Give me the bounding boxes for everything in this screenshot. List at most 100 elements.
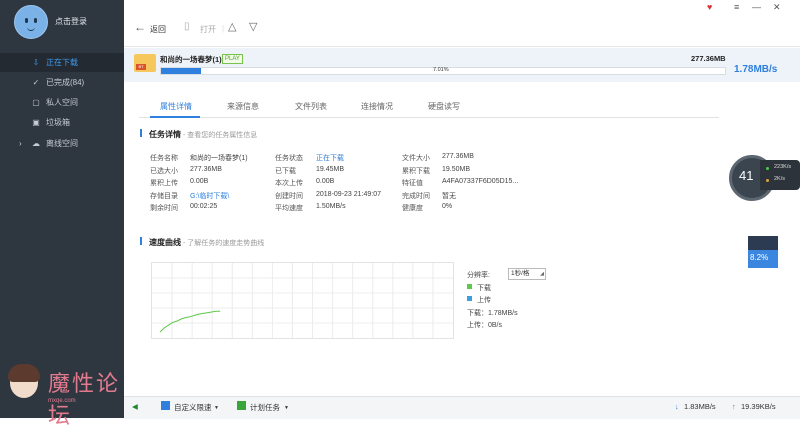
- download-series-line: [159, 310, 221, 333]
- bt-badge: BT: [136, 64, 146, 70]
- sidebar-item-label: 已完成(84): [46, 78, 85, 87]
- custom-limit-button[interactable]: 自定义限速: [174, 402, 212, 413]
- detail-label: 完成时间: [402, 192, 430, 200]
- file-icon: ▯: [184, 21, 190, 32]
- forum-watermark: 魔性论坛 mxqe.com: [8, 362, 120, 429]
- avatar-eye-right: [34, 18, 37, 23]
- detail-label: 存储目录: [150, 192, 178, 200]
- minimize-icon[interactable]: —: [752, 2, 761, 12]
- detail-label: 任务状态: [275, 155, 303, 162]
- download-dot-icon: [766, 179, 769, 182]
- tab-sources[interactable]: 来源信息: [227, 101, 259, 112]
- detail-value[interactable]: G:\临时下载\: [190, 191, 229, 201]
- progress-bar: 7.01%: [160, 67, 726, 75]
- detail-label: 平均速度: [275, 205, 303, 212]
- task-size: 277.36MB: [691, 54, 726, 63]
- tab-properties[interactable]: 属性详情: [160, 101, 192, 112]
- detail-label: 任务名称: [150, 155, 178, 162]
- sidebar-item-label: 垃圾箱: [46, 118, 70, 127]
- open-button[interactable]: 打开: [200, 24, 216, 35]
- watermark-subtext: mxqe.com: [48, 398, 76, 404]
- sidebar-item-label: 离线空间: [46, 139, 78, 148]
- tab-connections[interactable]: 连接情况: [361, 101, 393, 112]
- detail-label: 累积上传: [150, 180, 178, 187]
- net-upload: 223K/s: [774, 164, 792, 170]
- tab-files[interactable]: 文件列表: [295, 101, 327, 112]
- tabs-line: [139, 117, 719, 118]
- toolbar-divider: [124, 46, 800, 47]
- move-up-icon[interactable]: △: [228, 20, 236, 33]
- back-arrow-icon[interactable]: ←: [134, 20, 146, 34]
- sidebar: 点击登录 ⇩ 正在下载 ✓ 已完成(84) ▢ 私人空间 ▣ 垃圾箱 › ☁ 离…: [0, 0, 124, 429]
- active-tab-underline: [150, 116, 200, 118]
- net-download: 2K/s: [774, 176, 786, 182]
- detail-value: A4FA07337F6D05D15...: [442, 178, 519, 185]
- tab-disk-io[interactable]: 硬盘读写: [428, 101, 460, 112]
- sidebar-item-private[interactable]: ▢ 私人空间: [0, 93, 124, 112]
- collapse-icon[interactable]: ◀: [132, 402, 138, 411]
- detail-label: 创建时间: [275, 192, 303, 200]
- menu-icon[interactable]: ≡: [734, 2, 739, 12]
- legend-download: 下载: [477, 285, 491, 292]
- section-marker: [140, 237, 142, 245]
- download-readout: 下载：1.78MB/s: [467, 310, 518, 317]
- chevron-right-icon[interactable]: ›: [19, 134, 22, 153]
- detail-value: 0%: [442, 203, 453, 210]
- mini-usage-value: 8.2%: [750, 253, 769, 262]
- detail-label: 已选大小: [150, 167, 178, 175]
- avatar[interactable]: [14, 5, 48, 39]
- avatar-eye-left: [25, 18, 28, 23]
- chevron-down-icon[interactable]: ▼: [214, 405, 219, 411]
- trash-icon: ▣: [32, 118, 40, 127]
- task-row[interactable]: BT 和尚的一场春梦(1) PLAY 277.36MB 7.01% 1.78MB…: [124, 48, 800, 82]
- legend-download-swatch: [467, 284, 472, 289]
- detail-value: 暂无: [442, 192, 456, 200]
- legend-upload: 上传: [477, 297, 491, 304]
- upload-readout: 上传：0B/s: [467, 322, 503, 329]
- progress-percent: 7.01%: [433, 67, 449, 73]
- back-button[interactable]: 返回: [150, 24, 166, 35]
- avatar-mouth: [27, 27, 35, 31]
- gift-icon[interactable]: ♥: [707, 2, 712, 12]
- detail-value: 277.36MB: [190, 165, 222, 173]
- download-speed: 1.78MB/s: [734, 64, 778, 75]
- schedule-icon: [237, 401, 246, 410]
- lock-icon: ▢: [32, 98, 40, 107]
- detail-value: 正在下载: [316, 155, 344, 162]
- toolbar: ← 返回 ▯ 打开 | △ ▽: [124, 18, 800, 46]
- close-icon[interactable]: ✕: [773, 2, 781, 13]
- legend-upload-swatch: [467, 296, 472, 301]
- detail-value: 0.00B: [316, 178, 335, 185]
- detail-label: 本次上传: [275, 180, 303, 187]
- resolution-label: 分辨率:: [467, 272, 490, 279]
- detail-value: 2018-09-23 21:49:07: [316, 190, 381, 198]
- up-arrow-icon: ↑: [732, 402, 736, 411]
- status-bar: ◀ 自定义限速 ▼ 计划任务 ▼ ↓ 1.83MB/s ↑ 19.39KB/s: [124, 396, 800, 419]
- mini-usage-widget[interactable]: 8.2%: [748, 236, 778, 268]
- speed-limit-icon: [161, 401, 170, 410]
- play-button[interactable]: PLAY: [222, 54, 243, 64]
- speed-chart: [151, 262, 454, 339]
- toolbar-separator: |: [222, 24, 225, 33]
- speed-chart-svg: [152, 263, 453, 338]
- sidebar-item-downloading[interactable]: ⇩ 正在下载: [0, 53, 124, 72]
- sidebar-item-completed[interactable]: ✓ 已完成(84): [0, 73, 124, 92]
- watermark-hair: [8, 364, 40, 382]
- resolution-select[interactable]: 1秒/格 ◢: [508, 268, 546, 280]
- scheduled-task-button[interactable]: 计划任务: [250, 402, 280, 413]
- chevron-down-icon[interactable]: ▼: [284, 405, 289, 411]
- detail-label: 特征值: [402, 180, 423, 187]
- check-circle-icon: ✓: [32, 78, 40, 87]
- gauge-value: 41: [739, 168, 754, 183]
- sidebar-item-offline[interactable]: › ☁ 离线空间: [0, 134, 124, 153]
- move-down-icon[interactable]: ▽: [249, 20, 257, 33]
- sidebar-item-trash[interactable]: ▣ 垃圾箱: [0, 113, 124, 132]
- login-link[interactable]: 点击登录: [55, 16, 87, 27]
- down-arrow-icon: ↓: [675, 402, 679, 411]
- task-name: 和尚的一场春梦(1): [160, 55, 222, 64]
- detail-label: 剩余时间: [150, 205, 178, 212]
- upload-dot-icon: [766, 167, 769, 170]
- speed-curve-title: 速度曲线 - 了解任务的速度走势曲线: [149, 238, 265, 247]
- detail-label: 累积下载: [402, 167, 430, 175]
- sidebar-item-label: 私人空间: [46, 98, 78, 107]
